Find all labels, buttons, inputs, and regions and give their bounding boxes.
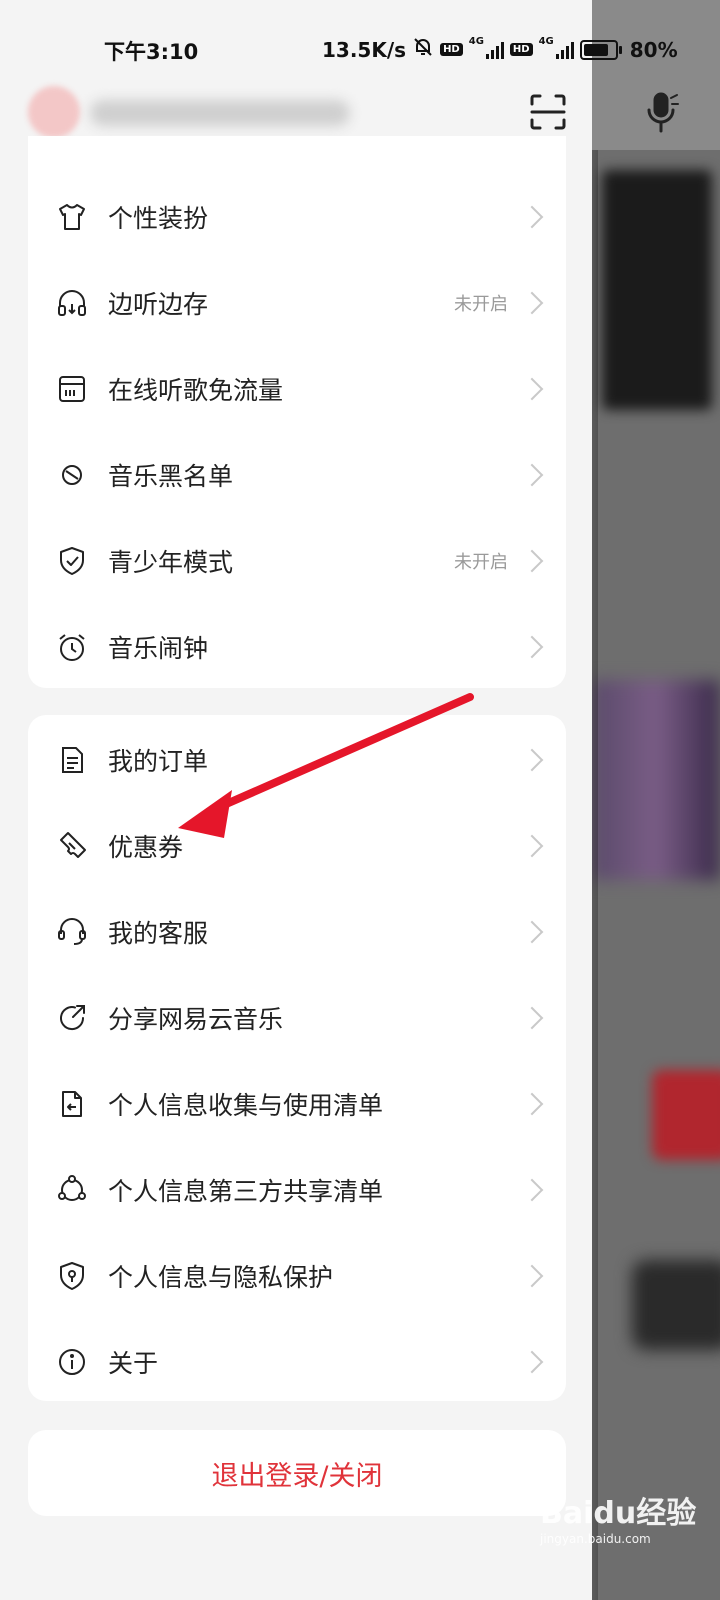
network-type-2: 4G [538, 36, 554, 47]
menu-item-label: 关于 [108, 1349, 159, 1378]
signal-icon [485, 41, 504, 59]
menu-item-coupons[interactable]: 优惠券 [28, 803, 566, 889]
chevron-right-icon [520, 1006, 544, 1030]
block-icon [56, 459, 88, 491]
signal-icon-2 [555, 41, 574, 59]
menu-item-label: 分享网易云音乐 [108, 1005, 284, 1034]
more-card: 我的订单 优惠券 我的客服 分享网易云音乐 个人信息收集与使用清单 个人信息第三 [28, 715, 566, 1401]
status-icons: 13.5K/s HD 4G HD 4G 80% [322, 36, 678, 63]
document-return-icon [56, 1088, 88, 1120]
watermark-brand: Baidu经验 [540, 1496, 697, 1531]
menu-item-customer-service[interactable]: 我的客服 [28, 889, 566, 975]
menu-item-label: 我的订单 [108, 747, 209, 776]
watermark-url: jingyan.baidu.com [540, 1532, 651, 1546]
background-app [592, 0, 720, 1600]
battery-level: 80% [629, 37, 678, 62]
menu-item-music-blacklist[interactable]: 音乐黑名单 [28, 432, 566, 518]
hd-badge: HD [440, 43, 463, 56]
avatar[interactable] [28, 86, 80, 138]
menu-item-teen-mode[interactable]: 青少年模式 未开启 [28, 518, 566, 604]
chevron-right-icon [520, 1264, 544, 1288]
settings-card: 个性装扮 边听边存 未开启 在线听歌免流量 音乐黑名单 青少年模式 未开启 音乐… [28, 136, 566, 688]
chevron-right-icon [520, 463, 544, 487]
logout-button[interactable]: 退出登录/关闭 [28, 1430, 566, 1516]
menu-item-label: 个人信息与隐私保护 [108, 1263, 334, 1292]
sim-card-icon [56, 373, 88, 405]
share-icon [56, 1002, 88, 1034]
scan-icon[interactable] [528, 92, 568, 132]
battery-icon [579, 39, 622, 60]
shield-check-icon [56, 545, 88, 577]
chevron-right-icon [520, 291, 544, 315]
coupon-icon [56, 830, 88, 862]
menu-item-third-party-list[interactable]: 个人信息第三方共享清单 [28, 1147, 566, 1233]
watermark: Baidu经验 jingyan.baidu.com [540, 1488, 696, 1546]
menu-item-free-data[interactable]: 在线听歌免流量 [28, 346, 566, 432]
network-type: 4G [468, 36, 484, 47]
menu-item-label: 个人信息第三方共享清单 [108, 1177, 384, 1206]
status-text: 未开启 [454, 552, 508, 573]
menu-item-label: 青少年模式 [108, 548, 234, 577]
chevron-right-icon [520, 635, 544, 659]
chevron-right-icon [520, 920, 544, 944]
menu-item-listen-and-save[interactable]: 边听边存 未开启 [28, 260, 566, 346]
mic-icon[interactable] [644, 92, 680, 134]
menu-item-label: 在线听歌免流量 [108, 376, 284, 405]
chevron-right-icon [520, 748, 544, 772]
privacy-shield-icon [56, 1260, 88, 1292]
menu-item-label: 边听边存 [108, 290, 209, 319]
menu-item-music-alarm[interactable]: 音乐闹钟 [28, 604, 566, 690]
chevron-right-icon [520, 377, 544, 401]
menu-item-label: 音乐闹钟 [108, 634, 209, 663]
share-network-icon [56, 1174, 88, 1206]
order-icon [56, 744, 88, 776]
menu-item-share-app[interactable]: 分享网易云音乐 [28, 975, 566, 1061]
logout-label: 退出登录/关闭 [211, 1460, 383, 1492]
menu-item-label: 音乐黑名单 [108, 462, 234, 491]
menu-item-about[interactable]: 关于 [28, 1319, 566, 1405]
headphones-icon [56, 287, 88, 319]
chevron-right-icon [520, 1350, 544, 1374]
menu-item-personal-dress[interactable]: 个性装扮 [28, 174, 566, 260]
net-speed: 13.5K/s [322, 37, 407, 62]
menu-item-label: 优惠券 [108, 833, 184, 862]
status-text: 未开启 [454, 294, 508, 315]
chevron-right-icon [520, 205, 544, 229]
menu-item-privacy-protection[interactable]: 个人信息与隐私保护 [28, 1233, 566, 1319]
chevron-right-icon [520, 549, 544, 573]
menu-item-label: 个人信息收集与使用清单 [108, 1091, 384, 1120]
menu-item-info-collection-list[interactable]: 个人信息收集与使用清单 [28, 1061, 566, 1147]
menu-item-label: 个性装扮 [108, 204, 209, 233]
tshirt-icon [56, 201, 88, 233]
customer-service-icon [56, 916, 88, 948]
menu-item-label: 我的客服 [108, 919, 209, 948]
info-icon [56, 1346, 88, 1378]
chevron-right-icon [520, 834, 544, 858]
hd-badge-2: HD [509, 43, 533, 56]
mute-icon [412, 36, 434, 63]
username-blurred[interactable] [90, 100, 350, 126]
alarm-clock-icon [56, 631, 88, 663]
chevron-right-icon [520, 1178, 544, 1202]
menu-item-my-orders[interactable]: 我的订单 [28, 717, 566, 803]
chevron-right-icon [520, 1092, 544, 1116]
